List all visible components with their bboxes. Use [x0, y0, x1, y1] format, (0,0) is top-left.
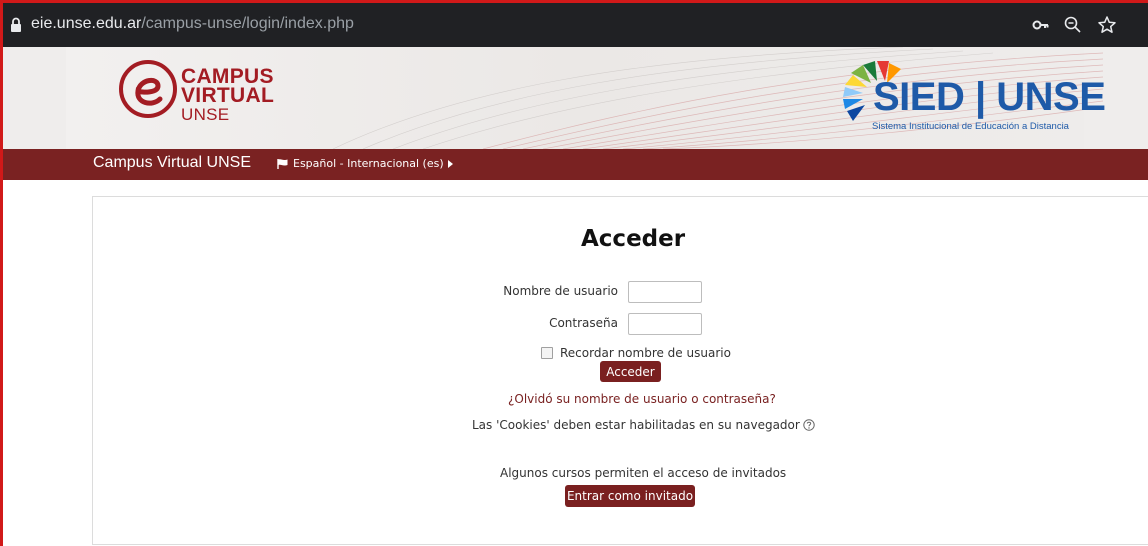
page-title: Acceder	[581, 226, 686, 252]
key-icon[interactable]	[1031, 15, 1051, 35]
remember-username-row[interactable]: Recordar nombre de usuario	[541, 346, 731, 360]
flag-icon	[277, 158, 288, 169]
remember-username-checkbox[interactable]	[541, 347, 553, 359]
username-label: Nombre de usuario	[503, 284, 618, 298]
campus-line2: VIRTUAL	[181, 84, 275, 107]
sied-unse-title: SIED | UNSE	[873, 75, 1106, 119]
zoom-icon[interactable]	[1063, 15, 1083, 35]
language-label: Español - Internacional (es)	[293, 157, 444, 170]
lock-icon[interactable]	[10, 17, 22, 33]
url-text[interactable]: eie.unse.edu.ar/campus-unse/login/index.…	[31, 15, 354, 33]
site-brand-link[interactable]: Campus Virtual UNSE	[93, 154, 251, 172]
url-path: /campus-unse/login/index.php	[141, 15, 354, 32]
top-navbar: Campus Virtual UNSE Español - Internacio…	[3, 149, 1148, 180]
password-label: Contraseña	[549, 316, 618, 330]
sied-unse-subtitle: Sistema Institucional de Educación a Dis…	[872, 121, 1069, 132]
cookies-text: Las 'Cookies' deben estar habilitadas en…	[472, 418, 800, 432]
login-button[interactable]: Acceder	[600, 361, 661, 382]
help-icon[interactable]	[803, 419, 815, 431]
remember-username-label: Recordar nombre de usuario	[560, 346, 731, 360]
language-menu[interactable]: Español - Internacional (es)	[277, 157, 453, 170]
url-host: eie.unse.edu.ar	[31, 15, 142, 32]
guest-access-text: Algunos cursos permiten el acceso de inv…	[500, 466, 787, 480]
guest-login-button[interactable]: Entrar como invitado	[565, 485, 695, 507]
campus-virtual-wordmark: CAMPUS VIRTUAL UNSE	[181, 66, 275, 124]
star-icon[interactable]	[1097, 15, 1117, 35]
campus-virtual-logo-icon	[119, 60, 177, 118]
username-input[interactable]	[628, 281, 702, 303]
address-bar[interactable]: eie.unse.edu.ar/campus-unse/login/index.…	[3, 3, 1148, 47]
forgot-credentials-link[interactable]: ¿Olvidó su nombre de usuario o contraseñ…	[508, 392, 776, 406]
campus-line3: UNSE	[181, 105, 230, 124]
cookies-notice: Las 'Cookies' deben estar habilitadas en…	[472, 418, 815, 432]
password-input[interactable]	[628, 313, 702, 335]
header-banner: CAMPUS VIRTUAL UNSE SIED | UNSE Sistema …	[3, 47, 1148, 149]
caret-right-icon	[447, 159, 453, 168]
